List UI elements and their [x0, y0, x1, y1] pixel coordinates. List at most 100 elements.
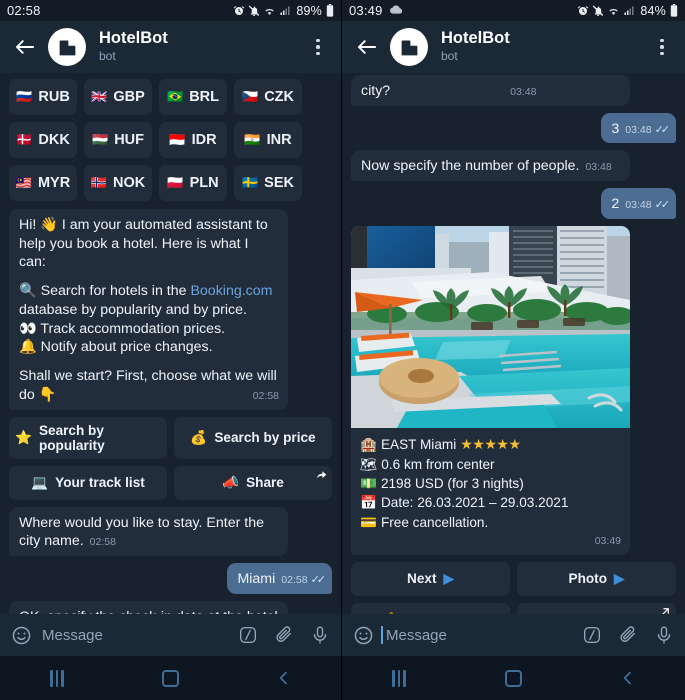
command-slash-icon[interactable]	[238, 625, 258, 645]
message-text: Now specify the number of people.	[361, 158, 580, 175]
flag-icon: 🇳🇴	[90, 175, 107, 190]
currency-code: HUF	[114, 132, 144, 148]
message-time: 03:48	[625, 199, 652, 212]
bot-message: Now specify the number of people. 03:48	[351, 150, 630, 182]
emoji-icon[interactable]	[11, 625, 32, 646]
currency-code: CZK	[264, 89, 294, 105]
hotel-distance-line: 🗺 0.6 km from center	[360, 455, 621, 474]
share-button[interactable]: 📣 Share	[174, 465, 332, 500]
chat-body-left: 🇷🇺 RUB 🇬🇧 GBP 🇧🇷 BRL 🇨🇿 CZK 🇩🇰 DKK 🇭🇺 HUF 🇮🇩 ID…	[0, 73, 341, 614]
message-text: 2	[611, 196, 620, 213]
recents-button[interactable]	[372, 661, 426, 695]
hotel-distance: 0.6 km from center	[381, 456, 495, 472]
avatar[interactable]	[48, 28, 86, 66]
currency-code: GBP	[113, 89, 145, 105]
currency-button[interactable]: 🇨🇿 CZK	[234, 79, 302, 115]
book-now-button[interactable]: 💳Book now	[517, 602, 676, 614]
money-bag-icon: 💰	[190, 429, 208, 445]
hotel-photo[interactable]	[351, 225, 630, 428]
bot-message: Where would you like to stay. Enter the …	[9, 506, 288, 557]
command-slash-icon[interactable]	[582, 625, 602, 645]
currency-button[interactable]: 🇩🇰 DKK	[9, 122, 77, 158]
attach-icon[interactable]	[618, 625, 638, 645]
currency-code: BRL	[189, 89, 219, 105]
recents-button[interactable]	[30, 661, 84, 695]
user-message: 2 03:48 ✓✓	[601, 188, 676, 219]
hotel-price-line: 💵 2198 USD (for 3 nights)	[360, 474, 621, 493]
attach-icon[interactable]	[274, 625, 294, 645]
photo-button[interactable]: Photo ▶	[517, 561, 676, 596]
currency-button[interactable]: 🇲🇾 MYR	[9, 165, 77, 201]
input-actions	[238, 625, 330, 645]
home-button[interactable]	[143, 661, 197, 695]
message-input[interactable]: Message	[381, 625, 582, 644]
search-by-price-button[interactable]: 💰 Search by price	[174, 416, 332, 459]
wifi-icon	[263, 5, 276, 17]
bot-intro-message: Hi! 👋 I am your automated assistant to h…	[9, 209, 288, 410]
chat-subtitle: bot	[99, 49, 116, 64]
booking-link[interactable]: Booking.com	[190, 283, 272, 299]
next-button[interactable]: Next ▶	[351, 561, 510, 596]
chat-header: HotelBot bot	[342, 21, 685, 73]
card-button-row-1: Next ▶ Photo ▶	[351, 561, 676, 596]
back-arrow-icon[interactable]	[354, 34, 380, 60]
header-text: HotelBot bot	[99, 29, 168, 65]
megaphone-icon: 📣	[222, 474, 240, 490]
forward-arrow-icon	[315, 469, 327, 482]
currency-button[interactable]: 🇷🇺 RUB	[9, 79, 77, 115]
alarm-icon	[233, 5, 245, 17]
more-options-icon[interactable]	[307, 34, 329, 60]
hotel-details: 🏨 EAST Miami ★★★★★ 🗺 0.6 km from center …	[351, 428, 630, 555]
avatar[interactable]	[390, 28, 428, 66]
flag-icon: 🇩🇰	[16, 132, 33, 147]
currency-button[interactable]: 🇵🇱 PLN	[159, 165, 227, 201]
back-button[interactable]	[601, 661, 655, 695]
emoji-icon[interactable]	[353, 625, 374, 646]
message-time: 03:48	[510, 86, 537, 98]
read-receipt-icon: ✓✓	[654, 123, 671, 136]
currency-button[interactable]: 🇳🇴 NOK	[84, 165, 152, 201]
search-by-popularity-button[interactable]: ⭐ Search by popularity	[9, 416, 167, 459]
flag-icon: 🇨🇿	[242, 89, 259, 104]
wifi-icon	[607, 5, 620, 17]
back-arrow-icon[interactable]	[12, 34, 38, 60]
chat-body-right: city? 03:48 3 03:48 ✓✓ Now specify the numb…	[342, 73, 685, 614]
intro-line-2: 🔍 Search for hotels in the Booking.com d…	[19, 283, 273, 318]
message-text: 3	[611, 120, 620, 137]
signal-icon	[279, 5, 291, 17]
hotel-card: 🏨 EAST Miami ★★★★★ 🗺 0.6 km from center …	[351, 225, 630, 555]
user-message-row: 3 03:48 ✓✓	[351, 112, 676, 151]
currency-button[interactable]: 🇭🇺 HUF	[84, 122, 152, 158]
message-time: 03:48	[625, 123, 652, 136]
hotel-dates-line: 📅 Date: 26.03.2021 – 29.03.2021	[360, 493, 621, 512]
message-input[interactable]: Message	[42, 627, 238, 644]
hotel-dates: Date: 26.03.2021 – 29.03.2021	[380, 495, 569, 511]
track-price-button[interactable]: 🔔Track price	[351, 602, 510, 614]
currency-keyboard: 🇷🇺 RUB 🇬🇧 GBP 🇧🇷 BRL 🇨🇿 CZK 🇩🇰 DKK 🇭🇺 HUF 🇮🇩 ID…	[9, 79, 332, 201]
battery-icon	[670, 4, 678, 17]
money-icon: 💵	[360, 476, 377, 492]
map-icon: 🗺	[360, 456, 378, 472]
currency-button[interactable]: 🇬🇧 GBP	[84, 79, 152, 115]
external-link-arrow-icon	[660, 606, 671, 614]
more-options-icon[interactable]	[651, 34, 673, 60]
read-receipt-icon: ✓✓	[310, 574, 327, 587]
flag-icon: 🇷🇺	[16, 89, 33, 104]
status-icons: 89%	[233, 4, 334, 18]
mic-icon[interactable]	[654, 625, 674, 645]
status-icons: 84%	[577, 4, 678, 18]
currency-button[interactable]: 🇸🇪 SEK	[234, 165, 302, 201]
right-phone-screen: 03:49 84% HotelBot bot city? 03:48 3 03:…	[342, 0, 685, 700]
message-time: 03:48	[585, 161, 612, 174]
intro-line-5: Shall we start? First, choose what we wi…	[19, 368, 279, 403]
currency-button[interactable]: 🇧🇷 BRL	[159, 79, 227, 115]
back-button[interactable]	[257, 661, 311, 695]
status-bar: 02:58 89%	[0, 0, 341, 21]
currency-button[interactable]: 🇮🇳 INR	[234, 122, 302, 158]
your-track-list-button[interactable]: 💻 Your track list	[9, 465, 167, 500]
currency-button[interactable]: 🇮🇩 IDR	[159, 122, 227, 158]
left-phone-screen: 02:58 89% HotelBot bot 🇷🇺 RUB 🇬🇧 GBP 🇧🇷 …	[0, 0, 342, 700]
mic-icon[interactable]	[310, 625, 330, 645]
home-button[interactable]	[486, 661, 540, 695]
battery-percent: 89%	[296, 3, 322, 18]
